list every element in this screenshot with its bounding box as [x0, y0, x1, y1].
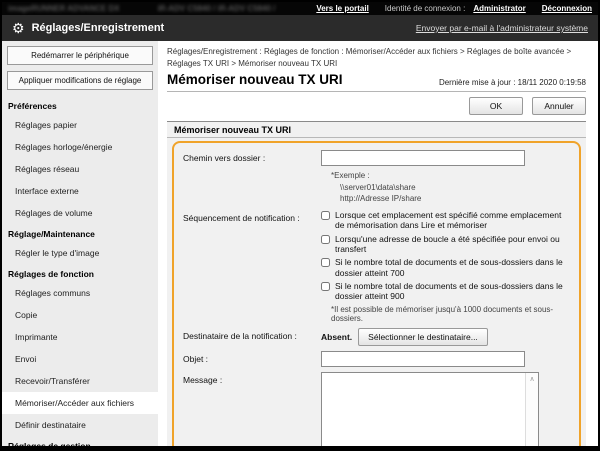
- example-smb-path: \\server01\data\share: [340, 182, 525, 194]
- sidebar-item-interface-externe[interactable]: Interface externe: [2, 180, 158, 202]
- max-documents-note: *Il est possible de mémoriser jusqu'à 10…: [331, 305, 573, 323]
- mail-admin-link[interactable]: Envoyer par e-mail à l'administrateur sy…: [416, 23, 588, 33]
- notify-option-reach-700[interactable]: Si le nombre total de documents et de so…: [321, 257, 573, 278]
- example-http-path: http://Adresse IP/share: [340, 193, 525, 205]
- notification-recipient-label: Destinataire de la notification :: [183, 328, 321, 346]
- login-label: Identité de connexion :: [385, 4, 466, 13]
- notify-option-store-location[interactable]: Lorsque cet emplacement est spécifié com…: [321, 210, 573, 231]
- example-title: *Exemple :: [331, 170, 525, 182]
- sidebar-item-memoriser-acceder-fichiers[interactable]: Mémoriser/Accéder aux fichiers: [2, 392, 158, 414]
- scroll-up-icon[interactable]: ∧: [529, 375, 534, 383]
- login-user-link[interactable]: Administrator: [473, 4, 525, 13]
- sidebar-item-imprimante[interactable]: Imprimante: [2, 326, 158, 348]
- sidebar-item-volume[interactable]: Réglages de volume: [2, 202, 158, 224]
- sidebar-item-reseau[interactable]: Réglages réseau: [2, 158, 158, 180]
- cancel-button[interactable]: Annuler: [532, 97, 586, 115]
- notification-timing-label: Séquencement de notification :: [183, 210, 321, 323]
- settings-panel: Mémoriser nouveau TX URI Chemin vers dos…: [167, 121, 586, 446]
- select-recipient-button[interactable]: Sélectionner le destinataire...: [358, 328, 488, 346]
- sidebar-item-envoi[interactable]: Envoi: [2, 348, 158, 370]
- apply-setting-changes-button[interactable]: Appliquer modifications de réglage: [7, 71, 153, 90]
- sidebar-section-gestion: Réglages de gestion: [2, 436, 158, 446]
- notify-option-store-location-checkbox[interactable]: [321, 211, 330, 220]
- sidebar-item-horloge-energie[interactable]: Réglages horloge/énergie: [2, 136, 158, 158]
- logout-link[interactable]: Déconnexion: [542, 4, 592, 13]
- main-content: Réglages/Enregistrement : Réglages de fo…: [158, 41, 598, 446]
- notify-option-reach-900-checkbox[interactable]: [321, 282, 330, 291]
- settings-sidebar: Redémarrer le périphérique Appliquer mod…: [2, 41, 158, 446]
- top-bar: imageRUNNER ADVANCE DX iR-ADV C5840 / iR…: [2, 2, 598, 15]
- subject-label: Objet :: [183, 351, 321, 367]
- sidebar-section-fonction: Réglages de fonction: [2, 264, 158, 282]
- restart-device-button[interactable]: Redémarrer le périphérique: [7, 46, 153, 65]
- folder-path-examples: *Exemple : \\server01\data\share http://…: [331, 170, 525, 205]
- portal-link[interactable]: Vers le portail: [316, 4, 368, 13]
- notify-option-loop-address[interactable]: Lorsqu'une adresse de boucle a été spéci…: [321, 234, 573, 255]
- panel-section-title: Mémoriser nouveau TX URI: [167, 122, 586, 138]
- sidebar-item-recevoir-transferer[interactable]: Recevoir/Transférer: [2, 370, 158, 392]
- message-textarea[interactable]: [322, 373, 525, 446]
- notify-option-label: Si le nombre total de documents et de so…: [335, 257, 573, 278]
- app-bar: ⚙ Réglages/Enregistrement Envoyer par e-…: [2, 15, 598, 41]
- subject-input[interactable]: [321, 351, 525, 367]
- sidebar-section-maintenance: Réglage/Maintenance: [2, 224, 158, 242]
- ok-button[interactable]: OK: [469, 97, 523, 115]
- folder-path-input[interactable]: [321, 150, 525, 166]
- sidebar-item-reglages-papier[interactable]: Réglages papier: [2, 114, 158, 136]
- message-scrollbar[interactable]: ∧ ∨: [525, 373, 538, 446]
- message-label: Message :: [183, 372, 321, 446]
- last-update-timestamp: Dernière mise à jour : 18/11 2020 0:19:5…: [439, 78, 586, 87]
- notify-option-reach-900[interactable]: Si le nombre total de documents et de so…: [321, 281, 573, 302]
- form-highlight-box: Chemin vers dossier : *Exemple : \\serve…: [172, 141, 581, 446]
- notify-option-label: Si le nombre total de documents et de so…: [335, 281, 573, 302]
- recipient-status: Absent.: [321, 328, 352, 342]
- page-title: Mémoriser nouveau TX URI: [167, 72, 343, 87]
- device-model: iR-ADV C5840 / iR-ADV C5840 /: [158, 4, 276, 13]
- message-textarea-box: ∧ ∨: [321, 372, 539, 446]
- device-name: imageRUNNER ADVANCE DX: [8, 4, 120, 13]
- sidebar-section-preferences: Préférences: [2, 96, 158, 114]
- sidebar-item-reglages-communs[interactable]: Réglages communs: [2, 282, 158, 304]
- notify-option-label: Lorsqu'une adresse de boucle a été spéci…: [335, 234, 573, 255]
- notify-option-label: Lorsque cet emplacement est spécifié com…: [335, 210, 573, 231]
- breadcrumb: Réglages/Enregistrement : Réglages de fo…: [167, 46, 587, 69]
- app-title: Réglages/Enregistrement: [32, 22, 165, 34]
- notify-option-loop-address-checkbox[interactable]: [321, 235, 330, 244]
- notify-option-reach-700-checkbox[interactable]: [321, 258, 330, 267]
- sidebar-item-definir-destinataire[interactable]: Définir destinataire: [2, 414, 158, 436]
- gear-icon: ⚙: [12, 21, 25, 35]
- remote-ui-window: imageRUNNER ADVANCE DX iR-ADV C5840 / iR…: [0, 0, 600, 451]
- title-divider: [167, 91, 586, 92]
- sidebar-item-type-image[interactable]: Régler le type d'image: [2, 242, 158, 264]
- sidebar-item-copie[interactable]: Copie: [2, 304, 158, 326]
- folder-path-label: Chemin vers dossier :: [183, 150, 321, 205]
